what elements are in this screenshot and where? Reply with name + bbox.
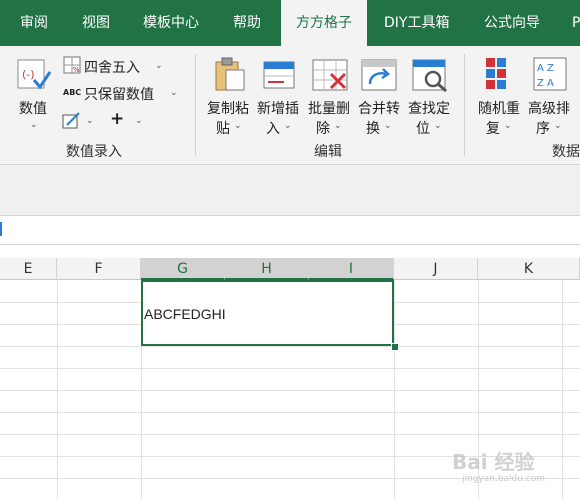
group-divider [464, 54, 465, 156]
magnifier-icon [412, 59, 447, 93]
merge-convert-icon [361, 59, 397, 91]
tab-help[interactable]: 帮助 [233, 0, 261, 46]
column-header-i[interactable]: I [309, 258, 394, 280]
svg-text:(-): (-) [22, 68, 35, 81]
batch-delete-icon [312, 59, 348, 91]
abc-icon: ABC [63, 88, 82, 97]
ribbon-gap [0, 165, 580, 215]
svg-text:Z A: Z A [537, 78, 554, 89]
watermark: Bai 经验 [452, 450, 535, 474]
tab-overflow[interactable]: P [572, 0, 580, 46]
copy-paste-label: 复制粘 [207, 101, 249, 117]
chevron-down-icon: ⌄ [284, 121, 292, 131]
advanced-sort-label-2: 序 [536, 121, 550, 137]
fill-handle[interactable] [391, 343, 399, 351]
shuffle-repeat-label: 随机重 [478, 101, 520, 117]
tab-review[interactable]: 审阅 [20, 0, 48, 46]
keep-numeric-label: 只保留数值 [84, 87, 154, 103]
tab-view[interactable]: 视图 [82, 0, 110, 46]
plus-icon[interactable]: + [110, 109, 124, 129]
chevron-down-icon: ⌄ [170, 88, 178, 98]
insert-rows-icon [263, 61, 295, 89]
insert-label: 新增插 [257, 101, 299, 117]
chevron-down-icon: ⌄ [234, 121, 242, 131]
find-locate-label: 查找定 [408, 101, 450, 117]
selection-border [141, 280, 394, 346]
ribbon-tab-bar: 审阅 视图 模板中心 帮助 方方格子 DIY工具箱 公式向导 P [0, 0, 580, 46]
edit-format-icon[interactable] [62, 112, 82, 130]
chevron-down-icon: ⌄ [384, 121, 392, 131]
chevron-down-icon: ⌄ [155, 61, 163, 71]
column-header-j[interactable]: J [394, 258, 478, 280]
insert-label-2: 入 [266, 121, 280, 137]
sort-az-icon: A Z Z A [533, 57, 567, 91]
group-divider [195, 54, 196, 156]
column-header-e[interactable]: E [0, 258, 57, 280]
value-button-label: 数值 [19, 101, 47, 117]
column-header-g[interactable]: G [141, 258, 225, 280]
round-icon: % [63, 56, 81, 74]
tab-template-center[interactable]: 模板中心 [143, 0, 199, 46]
ribbon-panel: (-) 数值 ⌄ % 四舍五入 ⌄ ABC 只保留数值 ⌄ ⌄ + ⌄ 数值录入 [0, 46, 580, 165]
formula-bar[interactable] [0, 215, 580, 245]
column-header-h[interactable]: H [225, 258, 309, 280]
tab-fangfang-gezi[interactable]: 方方格子 [281, 0, 367, 46]
chevron-down-icon: ⌄ [554, 121, 562, 131]
advanced-sort-label: 高级排 [528, 101, 570, 117]
merge-convert-label-2: 换 [366, 121, 380, 137]
batch-delete-label: 批量删 [308, 101, 350, 117]
round-label: 四舍五入 [84, 60, 140, 76]
chevron-down-icon: ⌄ [30, 120, 38, 130]
chevron-down-icon[interactable]: ⌄ [86, 116, 94, 126]
formula-bar-marker [0, 222, 2, 236]
edit-group-label: 编辑 [314, 144, 342, 160]
svg-text:A Z: A Z [537, 63, 554, 74]
svg-text:%: % [73, 66, 80, 74]
find-locate-label-2: 位 [416, 121, 430, 137]
chevron-down-icon[interactable]: ⌄ [135, 116, 143, 126]
watermark-url: jingyan.baidu.com [462, 474, 546, 484]
chevron-down-icon: ⌄ [434, 121, 442, 131]
copy-paste-label-2: 贴 [216, 121, 230, 137]
data-group-label: 数据 [552, 144, 580, 160]
batch-delete-label-2: 除 [316, 121, 330, 137]
chevron-down-icon: ⌄ [504, 121, 512, 131]
column-header-f[interactable]: F [57, 258, 141, 280]
shuffle-icon [486, 58, 506, 89]
numeric-input-group-label: 数值录入 [66, 144, 122, 160]
chevron-down-icon: ⌄ [334, 121, 342, 131]
tab-formula-wizard[interactable]: 公式向导 [484, 0, 540, 46]
column-header-k[interactable]: K [478, 258, 580, 280]
value-icon: (-) [17, 59, 52, 90]
shuffle-repeat-label-2: 复 [486, 121, 500, 137]
clipboard-icon [215, 57, 245, 91]
tab-diy-toolbox[interactable]: DIY工具箱 [384, 0, 449, 46]
merge-convert-label: 合并转 [358, 101, 400, 117]
